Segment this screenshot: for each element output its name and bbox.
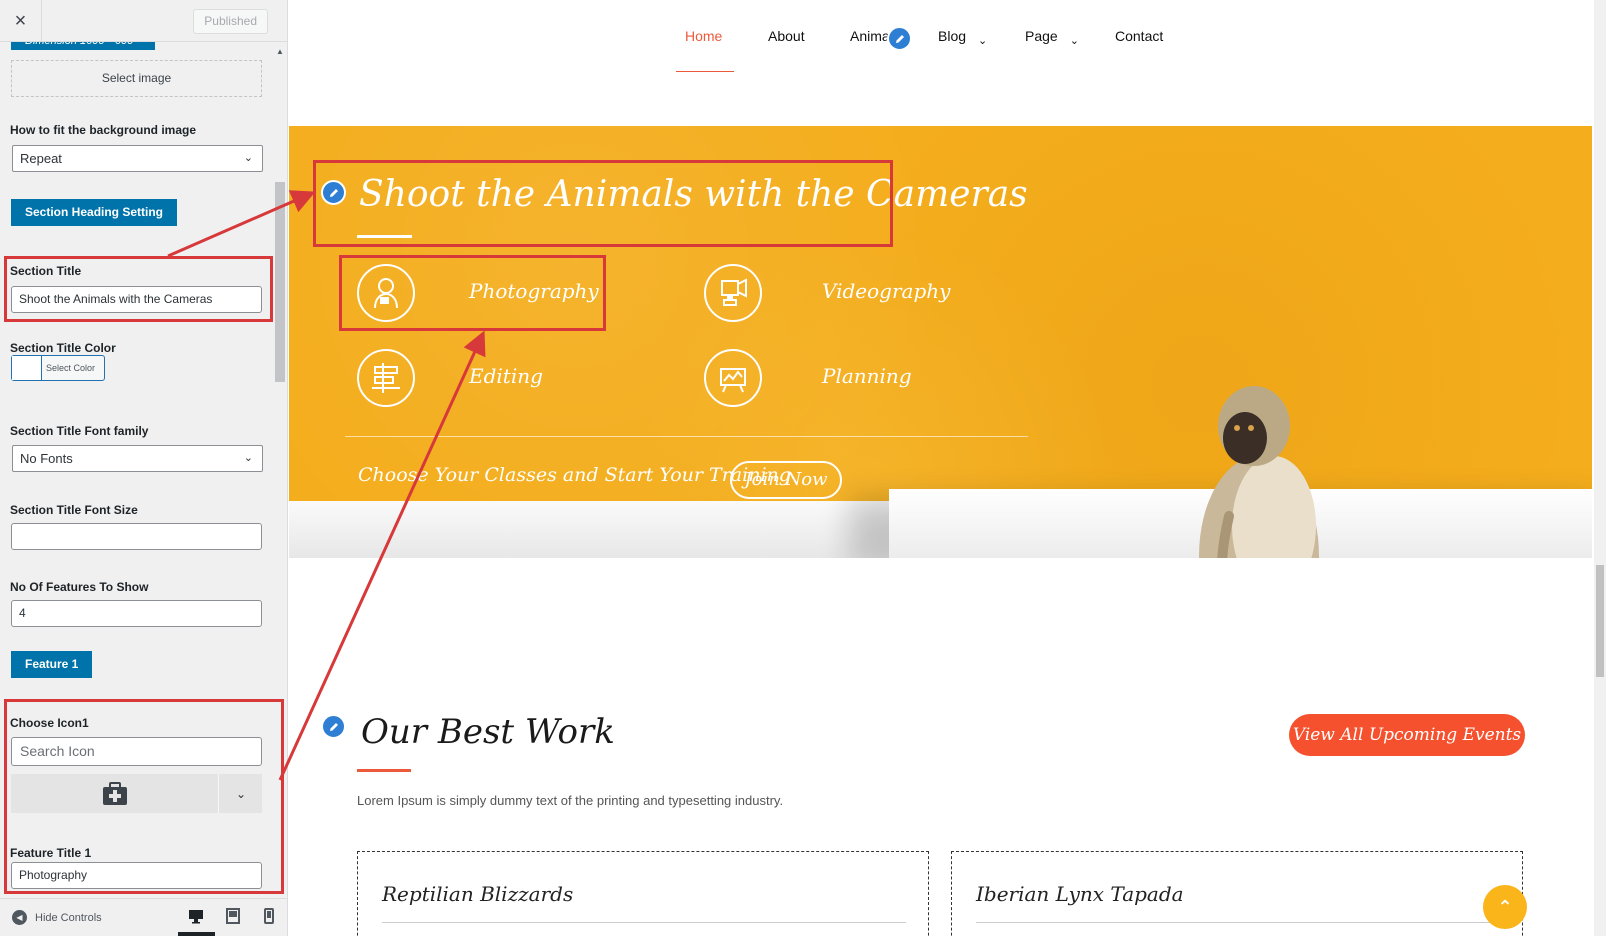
tablet-icon[interactable]: [224, 907, 242, 925]
publish-button[interactable]: Published: [193, 9, 268, 34]
chevron-down-icon: ⌄: [978, 35, 988, 47]
color-picker-button[interactable]: Select Color: [11, 355, 105, 381]
edit-shortcut-work-title[interactable]: [321, 714, 346, 739]
feature-1-button[interactable]: Feature 1: [11, 651, 93, 678]
fit-bg-label: How to fit the background image: [10, 123, 197, 137]
chevron-down-icon: ⌄: [235, 786, 247, 801]
color-swatch: [12, 356, 42, 380]
work-card-title: Iberian Lynx Tapada: [976, 882, 1184, 906]
work-card-divider: [976, 922, 1500, 923]
section-title-input[interactable]: Shoot the Animals with the Cameras: [11, 286, 262, 313]
medkit-icon: [102, 781, 127, 805]
customizer-header: × Published: [0, 0, 287, 42]
editing-icon: [372, 363, 400, 393]
feature-title-photography: Photography: [469, 279, 599, 303]
customizer-sidebar: × Published Dimension 1600 * 600 Select …: [0, 0, 288, 936]
work-card-divider: [382, 922, 906, 923]
section-title-label: Section Title: [10, 264, 82, 278]
arrow-left-circle-icon: ◀: [12, 910, 27, 925]
nav-blog-label: Blog: [938, 28, 967, 44]
cta-text: Choose Your Classes and Start Your Train…: [358, 464, 791, 486]
icon-preview: [11, 774, 219, 813]
pencil-icon: [329, 722, 338, 731]
scrollbar-thumb[interactable]: [275, 182, 285, 382]
join-now-button[interactable]: Join Now: [730, 461, 842, 499]
video-camera-icon: [721, 278, 747, 306]
nav-blog[interactable]: Blog ⌄: [938, 28, 988, 47]
photographer-icon: [374, 278, 398, 309]
close-button[interactable]: ×: [0, 0, 42, 42]
pencil-icon: [329, 188, 338, 197]
nav-contact[interactable]: Contact: [1115, 28, 1163, 44]
preview-scrollbar-thumb[interactable]: [1596, 565, 1604, 677]
hide-controls-button[interactable]: ◀ Hide Controls: [12, 910, 102, 925]
fit-bg-select[interactable]: Repeat ⌄: [12, 145, 263, 172]
scroll-up-icon[interactable]: ▲: [276, 47, 284, 56]
desktop-icon[interactable]: [187, 907, 205, 925]
icon-picker-toggle[interactable]: ⌄: [220, 774, 262, 813]
feature-title-label: Feature Title 1: [10, 846, 92, 860]
dimension-badge: Dimension 1600 * 600: [11, 42, 155, 50]
hero-title-underline: [357, 235, 412, 238]
customizer-controls[interactable]: Dimension 1600 * 600 Select image How to…: [0, 42, 287, 898]
preview-scrollbar[interactable]: [1594, 0, 1606, 936]
font-size-input[interactable]: [11, 523, 262, 550]
work-card[interactable]: Iberian Lynx Tapada: [951, 851, 1523, 936]
work-card-title: Reptilian Blizzards: [382, 882, 574, 906]
select-image-button[interactable]: Select image: [11, 60, 262, 97]
work-card[interactable]: Reptilian Blizzards: [357, 851, 929, 936]
font-size-label: Section Title Font Size: [10, 503, 138, 517]
main-nav: Home About Anima Blog ⌄ Page ⌄ Contact: [289, 0, 1594, 72]
nav-page[interactable]: Page ⌄: [1025, 28, 1079, 47]
features-count-input[interactable]: 4: [11, 600, 262, 627]
nav-page-label: Page: [1025, 28, 1058, 44]
font-family-label: Section Title Font family: [10, 424, 149, 438]
hero-section: Shoot the Animals with the Cameras Photo…: [289, 126, 1592, 558]
chevron-down-icon: ⌄: [243, 452, 253, 464]
work-title-underline: [357, 769, 411, 772]
monkey-image: [1199, 386, 1319, 558]
section-heading-setting-button[interactable]: Section Heading Setting: [11, 199, 178, 226]
nav-about[interactable]: About: [768, 28, 805, 44]
select-color-label: Select Color: [46, 363, 96, 373]
icon-picker[interactable]: ⌄: [11, 774, 262, 813]
chevron-down-icon: ⌄: [243, 152, 253, 164]
work-description: Lorem Ipsum is simply dummy text of the …: [357, 793, 784, 808]
feature-title-editing: Editing: [469, 364, 543, 388]
scroll-to-top-button[interactable]: ⌃: [1483, 885, 1527, 929]
double-chevron-up-icon: ⌃: [1497, 897, 1513, 917]
fit-bg-value: Repeat: [20, 151, 62, 166]
hero-title: Shoot the Animals with the Cameras: [359, 174, 1028, 215]
view-all-events-button[interactable]: View All Upcoming Events: [1289, 714, 1525, 756]
chevron-down-icon: ⌄: [1069, 35, 1079, 47]
section-title-color-label: Section Title Color: [10, 341, 116, 355]
planning-icon: [720, 368, 746, 393]
mobile-icon[interactable]: [260, 907, 278, 925]
sidebar-scrollbar[interactable]: ▲: [274, 47, 286, 887]
search-icon-input[interactable]: Search Icon: [11, 737, 262, 766]
nav-home[interactable]: Home: [685, 28, 722, 44]
edit-shortcut-hero-title[interactable]: [321, 180, 346, 205]
features-count-label: No Of Features To Show: [10, 580, 149, 594]
work-section-title: Our Best Work: [361, 712, 615, 752]
font-family-select[interactable]: No Fonts ⌄: [12, 445, 263, 472]
customizer-footer: ◀ Hide Controls: [0, 898, 287, 936]
font-family-value: No Fonts: [20, 451, 73, 466]
active-device-indicator: [178, 932, 215, 936]
feature-title-input[interactable]: Photography: [11, 862, 262, 889]
pencil-icon: [895, 34, 904, 43]
nav-animals[interactable]: Anima: [850, 28, 890, 44]
hide-controls-label: Hide Controls: [35, 911, 102, 924]
nav-active-underline: [676, 71, 734, 72]
site-preview: Home About Anima Blog ⌄ Page ⌄ Contact Sho…: [289, 0, 1594, 936]
edit-shortcut-nav[interactable]: [887, 26, 912, 51]
close-icon: ×: [14, 9, 27, 32]
choose-icon-label: Choose Icon1: [10, 716, 89, 730]
